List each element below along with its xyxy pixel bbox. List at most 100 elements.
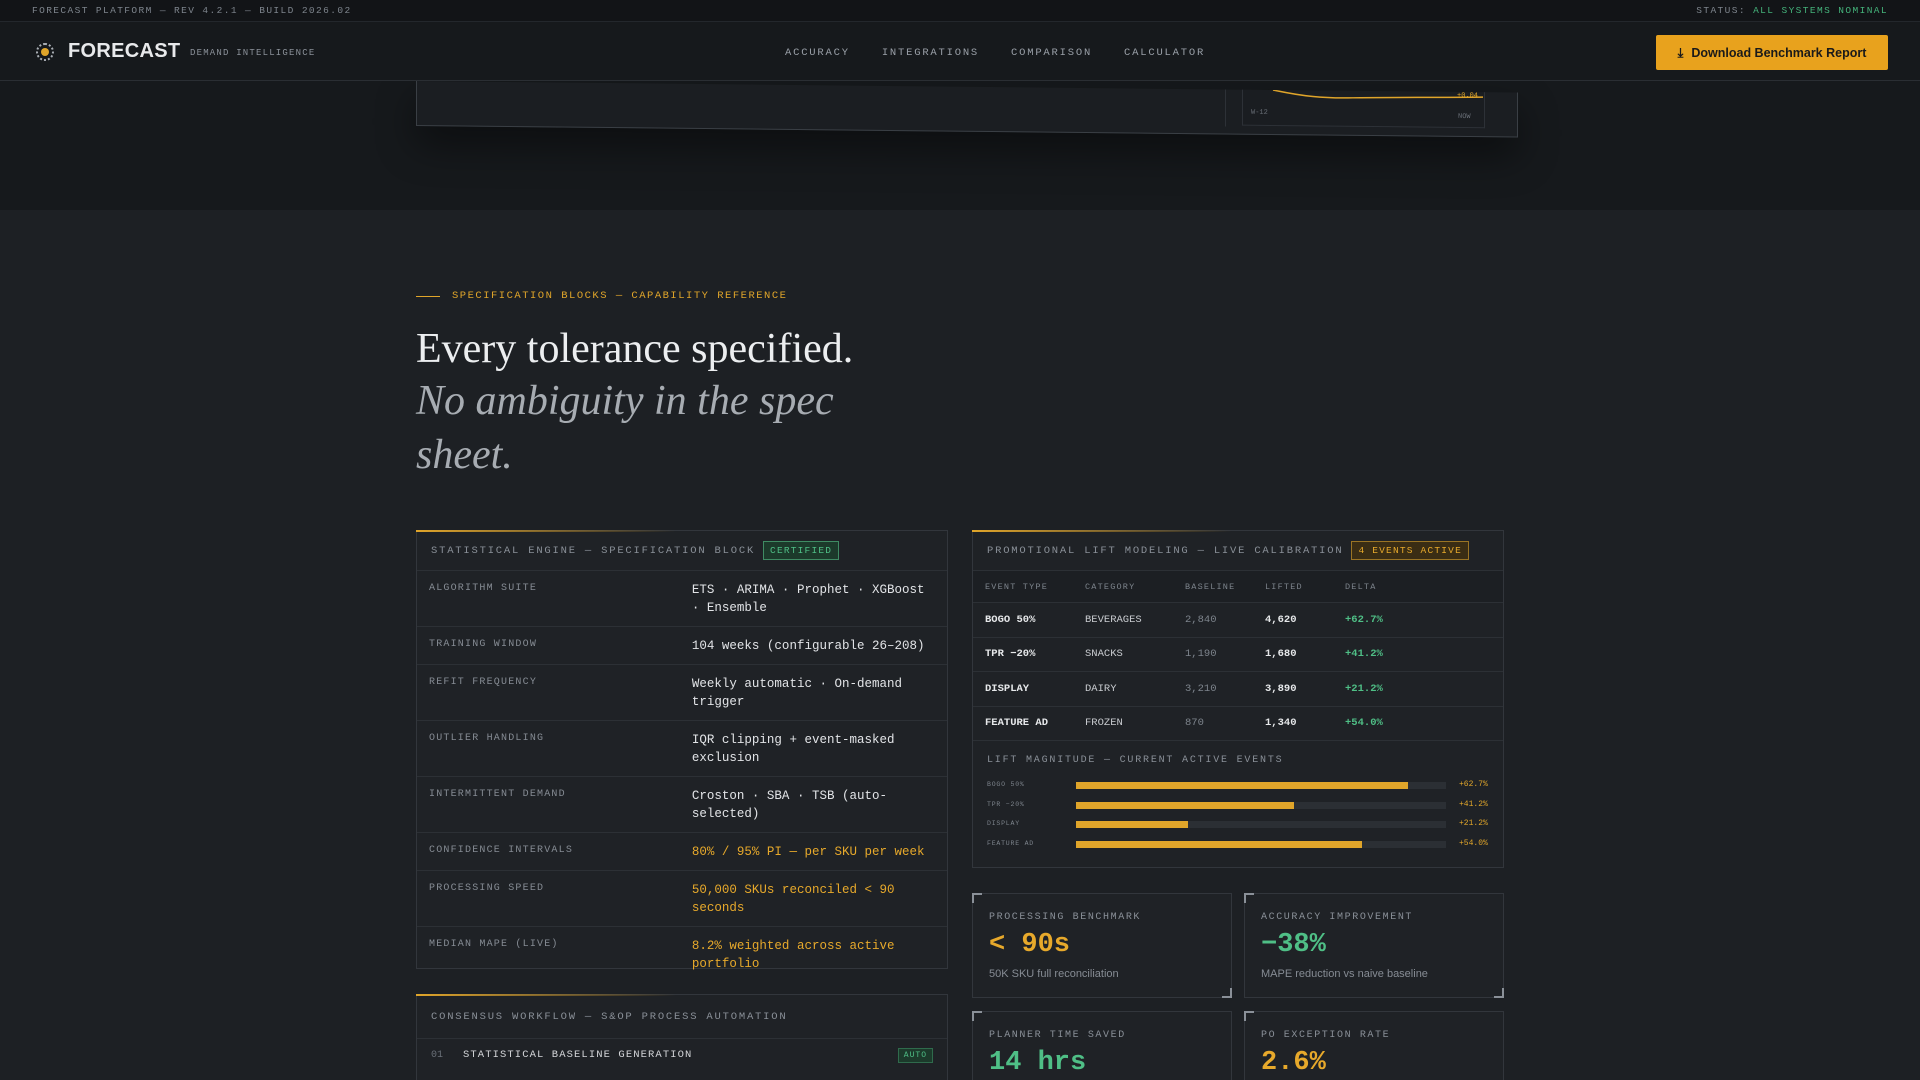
logo-icon[interactable] [36, 43, 54, 61]
download-benchmark-label: Download Benchmark Report [1691, 45, 1867, 60]
lift-bar-fill [1076, 802, 1295, 809]
step-label: STATISTICAL BASELINE GENERATION [463, 1049, 693, 1061]
cell-category: SNACKS [1085, 648, 1123, 661]
lift-bar-row: TPR −20% +41.2% [987, 800, 1507, 810]
spec-key: CONFIDENCE INTERVALS [429, 845, 574, 856]
section-eyebrow: SPECIFICATION BLOCKS — CAPABILITY REFERE… [416, 290, 787, 302]
panel-accent [972, 530, 1232, 532]
cell-lifted: 1,680 [1265, 648, 1297, 661]
hero-section: W-12 NOW +0.04 [0, 81, 1920, 210]
lift-bar-label: TPR −20% [987, 801, 1025, 808]
workflow-panel: CONSENSUS WORKFLOW — S&OP PROCESS AUTOMA… [416, 994, 948, 1080]
section-subtitle: No ambiguity in the spec sheet. [416, 378, 834, 478]
table-row[interactable]: BOGO 50% BEVERAGES 2,840 4,620 +62.7% [973, 603, 1503, 638]
cell-delta: +41.2% [1345, 648, 1383, 661]
metric-value: < 90s [989, 930, 1071, 960]
metric-label: PROCESSING BENCHMARK [989, 912, 1142, 923]
metric-card-planner: PLANNER TIME SAVED 14 hrs [972, 1011, 1232, 1080]
lift-bar-fill [1076, 782, 1408, 789]
workflow-title: CONSENSUS WORKFLOW — S&OP PROCESS AUTOMA… [431, 1010, 788, 1023]
nav-link-comparison[interactable]: COMPARISON [1011, 47, 1092, 59]
cell-baseline: 2,840 [1185, 613, 1217, 626]
auto-badge: AUTO [897, 1047, 933, 1063]
eyebrow-rule [416, 295, 440, 297]
promo-table-header: EVENT TYPE CATEGORY BASELINE LIFTED DELT… [973, 571, 1503, 603]
lift-bar-row: BOGO 50% +62.7% [987, 780, 1507, 790]
spec-key: ALGORITHM SUITE [429, 583, 538, 594]
spec-key: OUTLIER HANDLING [429, 733, 545, 744]
metric-value: 2.6% [1261, 1048, 1326, 1078]
cell-baseline: 3,210 [1185, 682, 1217, 695]
spec-key: MEDIAN MAPE (LIVE) [429, 939, 559, 950]
spec-row: TRAINING WINDOW 104 weeks (configurable 2… [417, 627, 947, 665]
cell-event: TPR −20% [985, 648, 1036, 661]
spec-row: REFIT FREQUENCY Weekly automatic · On-dem… [417, 665, 947, 721]
build-info: FORECAST PLATFORM — REV 4.2.1 — BUILD 20… [32, 5, 352, 16]
nav-link-calculator[interactable]: CALCULATOR [1124, 47, 1205, 59]
nav-link-accuracy[interactable]: ACCURACY [785, 47, 850, 59]
spec-value: Croston · SBA · TSB (auto-selected) [691, 789, 887, 821]
spec-value: 50,000 SKUs reconciled < 90 seconds [691, 883, 895, 915]
lift-bar-track [1076, 802, 1446, 809]
spec-value: Weekly automatic · On-demand trigger [691, 677, 902, 709]
spec-key: TRAINING WINDOW [429, 639, 538, 650]
status-value: ALL SYSTEMS NOMINAL [1753, 5, 1888, 16]
chart-x-end: NOW [1458, 112, 1471, 122]
forecast-trend-line [1272, 89, 1484, 99]
metric-subtext: 50K SKU full reconciliation [989, 968, 1119, 980]
cell-delta: +21.2% [1345, 682, 1383, 695]
metric-label: PLANNER TIME SAVED [989, 1030, 1126, 1041]
lift-bar-row: FEATURE AD +54.0% [987, 839, 1507, 849]
brand-tagline: DEMAND INTELLIGENCE [190, 48, 316, 58]
table-row[interactable]: DISPLAY DAIRY 3,210 3,890 +21.2% [973, 672, 1503, 707]
cell-baseline: 1,190 [1185, 648, 1217, 661]
panel-accent [416, 530, 676, 532]
table-row[interactable]: TPR −20% SNACKS 1,190 1,680 +41.2% [973, 638, 1503, 672]
lift-bar-label: BOGO 50% [987, 781, 1025, 788]
spec-block-panel: STATISTICAL ENGINE — SPECIFICATION BLOCK… [416, 530, 948, 971]
lift-bar-track [1076, 821, 1446, 828]
spec-value: 8.2% weighted across active portfolio [691, 939, 895, 971]
cell-delta: +62.7% [1345, 613, 1383, 626]
metric-label: ACCURACY IMPROVEMENT [1261, 912, 1414, 923]
lift-bar-track [1076, 782, 1446, 789]
cell-baseline: 870 [1185, 717, 1204, 730]
spec-value: ETS · ARIMA · Prophet · XGBoost · Ensemb… [691, 583, 925, 615]
cell-category: DAIRY [1085, 682, 1117, 695]
spec-value: IQR clipping + event-masked exclusion [691, 733, 895, 765]
events-active-badge: 4 EVENTS ACTIVE [1351, 541, 1469, 560]
cell-lifted: 1,340 [1265, 717, 1297, 730]
promo-title: PROMOTIONAL LIFT MODELING — LIVE CALIBRA… [987, 544, 1344, 557]
col-category: CATEGORY [1085, 581, 1136, 592]
workflow-step[interactable]: 01 STATISTICAL BASELINE GENERATION AUTO [417, 1039, 947, 1071]
download-benchmark-button[interactable]: ⤓ Download Benchmark Report [1656, 35, 1888, 70]
chart-delta: +0.04 [1457, 91, 1479, 101]
table-row[interactable]: FEATURE AD FROZEN 870 1,340 +54.0% [973, 707, 1503, 741]
metric-value: 14 hrs [989, 1048, 1087, 1078]
lift-bar-value: +62.7% [1459, 780, 1488, 789]
promo-lift-panel: PROMOTIONAL LIFT MODELING — LIVE CALIBRA… [972, 530, 1504, 868]
lift-bar-value: +21.2% [1459, 819, 1488, 828]
system-status-bar: FORECAST PLATFORM — REV 4.2.1 — BUILD 20… [0, 0, 1920, 22]
cell-event: DISPLAY [985, 682, 1030, 695]
metric-card-processing: PROCESSING BENCHMARK < 90s 50K SKU full … [972, 893, 1232, 998]
spec-row: OUTLIER HANDLING IQR clipping + event-mas… [417, 721, 947, 777]
cell-category: BEVERAGES [1085, 613, 1142, 626]
spec-row: CONFIDENCE INTERVALS 80% / 95% PI — per S… [417, 833, 947, 871]
brand-name[interactable]: FORECAST [68, 40, 180, 63]
spec-value: 104 weeks (configurable 26–208) [691, 639, 925, 653]
lift-bar-value: +41.2% [1459, 800, 1488, 809]
cell-category: FROZEN [1085, 717, 1123, 730]
col-event-type: EVENT TYPE [985, 581, 1049, 592]
download-icon: ⤓ [1677, 44, 1684, 60]
metric-label: PO EXCEPTION RATE [1261, 1030, 1391, 1041]
lift-bar-row: DISPLAY +21.2% [987, 819, 1507, 829]
forecast-mini-chart: W-12 NOW +0.04 [1225, 89, 1493, 130]
spec-value: 80% / 95% PI — per SKU per week [691, 845, 925, 859]
nav-link-integrations[interactable]: INTEGRATIONS [882, 47, 979, 59]
dashboard-preview: W-12 NOW +0.04 [416, 81, 1518, 138]
lift-bar-fill [1076, 841, 1362, 848]
spec-key: INTERMITTENT DEMAND [429, 789, 566, 800]
spec-row: PROCESSING SPEED 50,000 SKUs reconciled <… [417, 871, 947, 927]
nav-links: ACCURACY INTEGRATIONS COMPARISON CALCULA… [785, 47, 1205, 59]
